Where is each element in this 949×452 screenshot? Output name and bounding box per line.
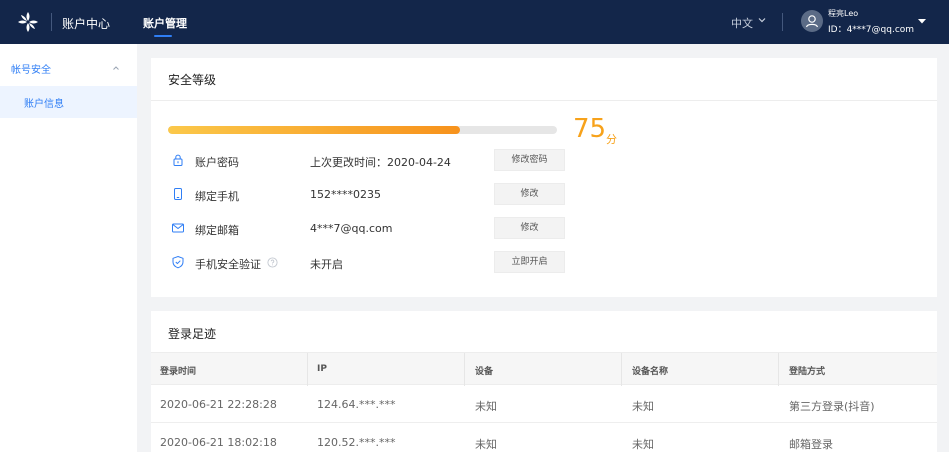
security-row-label: 绑定邮箱 <box>195 224 239 237</box>
column-header: 登录时间 <box>160 367 197 377</box>
column-header: IP <box>317 364 327 374</box>
language-selector[interactable]: 中文 <box>731 15 753 31</box>
header-divider <box>51 13 52 31</box>
progress-fill <box>168 126 460 134</box>
app-title: 账户中心 <box>62 17 111 31</box>
table-row: 2020-06-21 18:02:18 120.52.***.*** 未知 未知… <box>151 424 937 452</box>
sidebar: 帐号安全 账户信息 <box>0 44 137 452</box>
help-icon[interactable] <box>267 257 278 268</box>
score-unit: 分 <box>606 133 617 146</box>
security-row-password: 账户密码 上次更改时间：2020-04-24 修改密码 <box>151 149 937 173</box>
security-row-value: 152****0235 <box>310 188 381 201</box>
table-header: 登录时间 IP 设备 设备名称 登陆方式 <box>151 352 937 386</box>
change-email-button[interactable]: 修改 <box>494 217 565 239</box>
security-level-card: 安全等级 75 分 账户密码 上次更改时间：2020-04-24 修改密码 绑定… <box>151 58 937 297</box>
security-row-phone-verification: 手机安全验证 未开启 立即开启 <box>151 251 937 275</box>
security-row-value: 4***7@qq.com <box>310 222 393 235</box>
mail-icon <box>172 223 184 233</box>
security-score: 75 <box>573 114 607 144</box>
active-tab-indicator <box>154 35 172 37</box>
sidebar-group-account-security[interactable]: 帐号安全 <box>0 56 137 80</box>
security-row-label: 手机安全验证 <box>195 258 261 271</box>
change-password-button[interactable]: 修改密码 <box>494 149 565 171</box>
user-id[interactable]: ID：4***7@qq.com <box>828 22 914 35</box>
column-divider <box>464 353 465 386</box>
shield-icon <box>172 255 184 269</box>
table-cell: 124.64.***.*** <box>317 398 396 411</box>
sidebar-item-label: 账户信息 <box>24 99 64 110</box>
table-cell: 2020-06-21 18:02:18 <box>160 436 277 449</box>
sidebar-item-account-info[interactable]: 账户信息 <box>0 86 137 118</box>
security-progress-bar <box>168 126 557 134</box>
chevron-up-icon <box>113 66 119 70</box>
security-row-value: 未开启 <box>310 258 343 271</box>
column-divider <box>778 353 779 386</box>
table-cell: 未知 <box>475 400 497 413</box>
column-divider <box>621 353 622 386</box>
table-cell: 未知 <box>632 400 654 413</box>
change-phone-button[interactable]: 修改 <box>494 183 565 205</box>
tab-account-management[interactable]: 账户管理 <box>143 15 187 31</box>
column-header: 登陆方式 <box>789 367 826 377</box>
table-cell: 120.52.***.*** <box>317 436 396 449</box>
security-row-value: 上次更改时间：2020-04-24 <box>310 156 451 169</box>
table-cell: 未知 <box>632 438 654 451</box>
phone-icon <box>174 188 182 200</box>
sidebar-group-label: 帐号安全 <box>11 65 51 76</box>
user-icon <box>805 15 819 28</box>
column-header: 设备名称 <box>632 367 669 377</box>
card-title: 安全等级 <box>168 73 217 87</box>
column-header: 设备 <box>475 367 494 377</box>
security-row-email: 绑定邮箱 4***7@qq.com 修改 <box>151 217 937 241</box>
login-history-card: 登录足迹 登录时间 IP 设备 设备名称 登陆方式 2020-06-21 22:… <box>151 311 937 452</box>
chevron-down-icon[interactable] <box>757 15 767 25</box>
table-row: 2020-06-21 22:28:28 124.64.***.*** 未知 未知… <box>151 386 937 423</box>
table-cell: 2020-06-21 22:28:28 <box>160 398 277 411</box>
security-row-label: 绑定手机 <box>195 190 239 203</box>
table-cell: 邮箱登录 <box>789 438 833 451</box>
avatar[interactable] <box>801 10 823 32</box>
caret-down-icon[interactable] <box>917 16 927 26</box>
security-row-phone: 绑定手机 152****0235 修改 <box>151 183 937 207</box>
card-title: 登录足迹 <box>168 327 217 341</box>
column-divider <box>307 353 308 386</box>
enable-verification-button[interactable]: 立即开启 <box>494 251 565 273</box>
header-divider <box>782 13 783 31</box>
user-name[interactable]: 程亮Leo <box>828 8 858 19</box>
top-nav-bar: 账户中心 账户管理 中文 程亮Leo ID：4***7@qq.com <box>0 0 949 44</box>
lock-icon <box>173 154 183 166</box>
logo-icon[interactable] <box>17 11 39 33</box>
divider <box>151 100 937 101</box>
table-cell: 第三方登录(抖音) <box>789 400 875 413</box>
table-cell: 未知 <box>475 438 497 451</box>
security-row-label: 账户密码 <box>195 156 239 169</box>
